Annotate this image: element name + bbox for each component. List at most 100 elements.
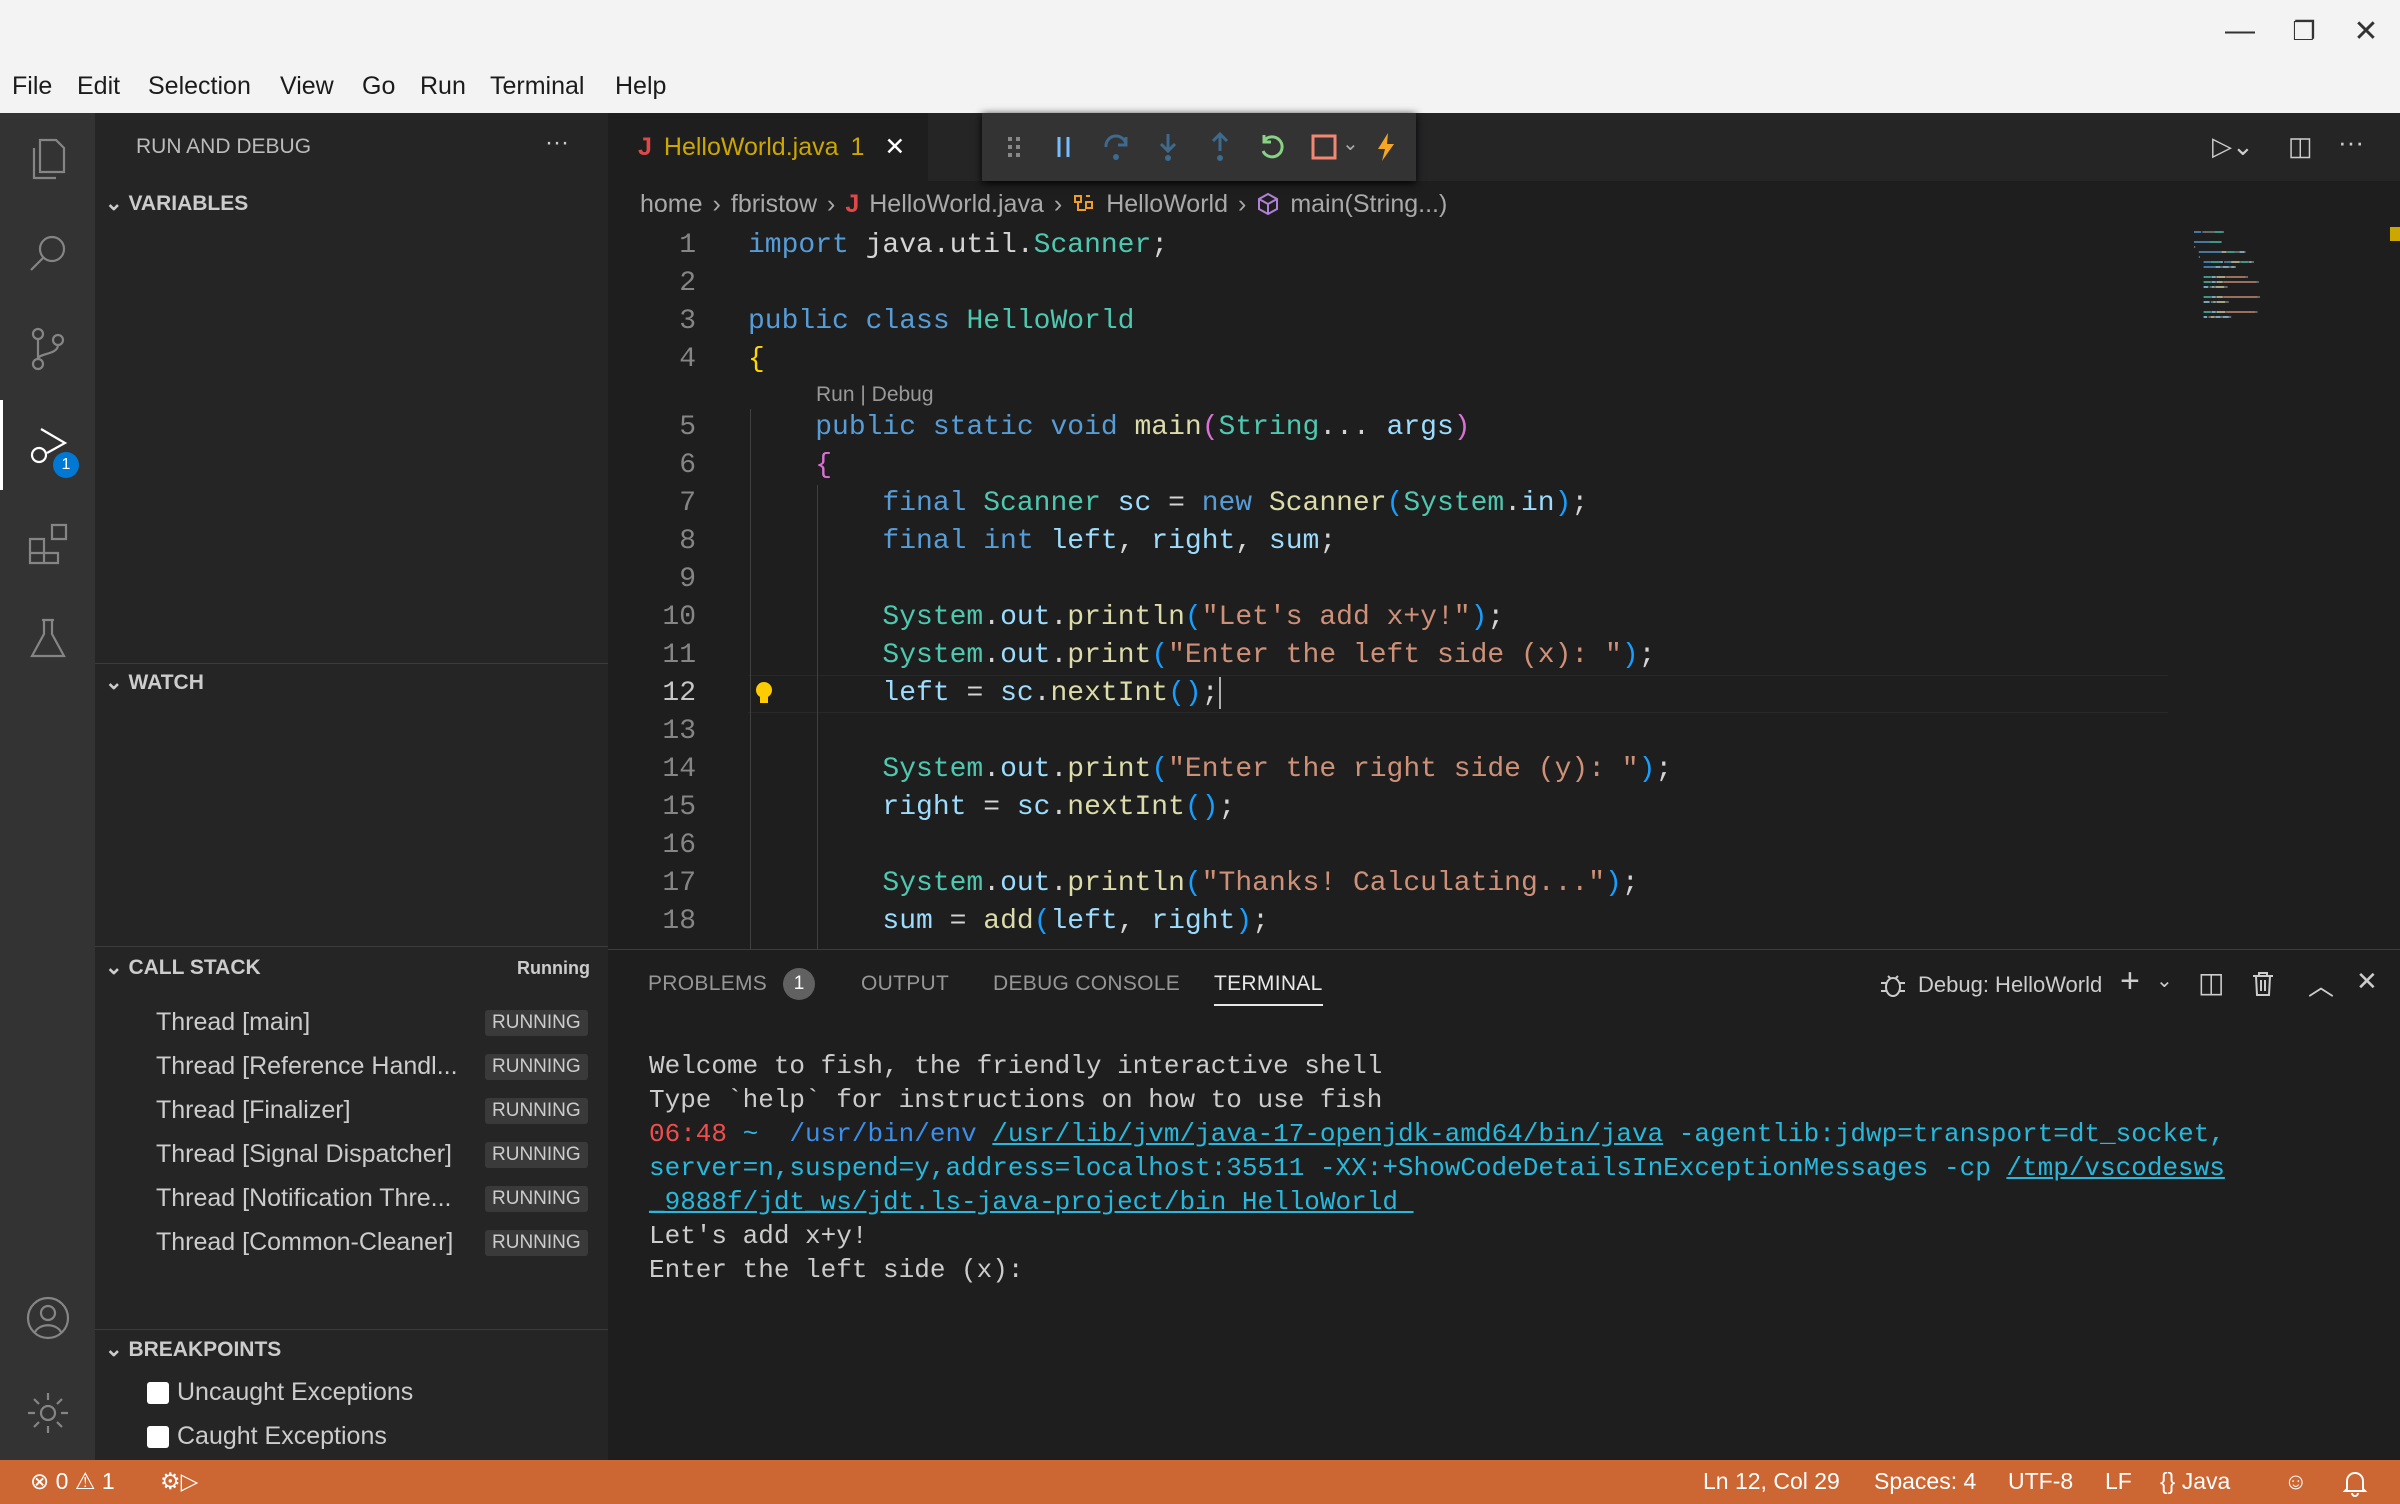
terminal-link[interactable]: _9888f/jdt_ws/jdt.ls-java-project/bin He… (649, 1187, 1414, 1217)
bottom-panel: PROBLEMS 1 OUTPUT DEBUG CONSOLE TERMINAL… (608, 949, 2400, 1460)
restore-button[interactable]: ❐ (2284, 16, 2324, 47)
minimap-token (2228, 266, 2232, 268)
codelens-run-debug[interactable]: Run | Debug (816, 383, 934, 407)
close-tab-icon[interactable]: ✕ (884, 132, 905, 162)
close-window-button[interactable]: ✕ (2346, 14, 2386, 49)
menu-file[interactable]: File (12, 72, 52, 101)
code-token: , (1235, 526, 1269, 557)
step-over-icon[interactable] (1100, 131, 1132, 163)
run-debug-icon[interactable]: 1 (0, 400, 95, 490)
testing-icon[interactable] (0, 593, 95, 683)
terminal-line: server=n,suspend=y,address=localhost:355… (649, 1151, 2369, 1185)
watch-section-header[interactable]: ⌄ WATCH (95, 670, 608, 695)
thread-item[interactable]: Thread [Signal Dispatcher] (156, 1140, 476, 1169)
breadcrumb-separator: › (827, 189, 836, 218)
terminal-line: Type `help` for instructions on how to u… (649, 1083, 2369, 1117)
menu-view[interactable]: View (280, 72, 334, 101)
line-number: 3 (679, 306, 696, 337)
menu-help[interactable]: Help (615, 72, 666, 101)
more-actions-button[interactable]: ··· (545, 129, 569, 157)
breakpoint-uncaught[interactable]: Uncaught Exceptions (147, 1378, 587, 1407)
checkbox[interactable] (147, 1425, 169, 1448)
minimap-token (2194, 246, 2196, 248)
code-token: ; (1487, 602, 1505, 633)
code-token: ( (1168, 678, 1185, 709)
callstack-section-header[interactable]: ⌄ CALL STACK Running (95, 955, 608, 980)
thread-item[interactable]: Thread [Finalizer] (156, 1096, 476, 1125)
language-mode[interactable]: {} Java (2160, 1468, 2230, 1495)
split-editor-icon[interactable]: ◫ (2288, 131, 2313, 162)
extensions-icon[interactable] (0, 498, 95, 588)
code-token: "Enter the right side (y): " (1168, 754, 1639, 785)
code-editor[interactable]: 1 import java.util.Scanner; 2 3 public class… (608, 227, 2188, 949)
indentation[interactable]: Spaces: 4 (1874, 1468, 1976, 1495)
stop-icon[interactable] (1308, 131, 1340, 163)
thread-item[interactable]: Thread [main] (156, 1008, 476, 1037)
minimap-token (2224, 296, 2258, 298)
end-of-line[interactable]: LF (2105, 1468, 2132, 1495)
source-control-icon[interactable] (0, 303, 95, 393)
hot-code-replace-icon[interactable] (1370, 131, 1402, 163)
minimap-token (2203, 281, 2211, 283)
code-token: add (983, 906, 1034, 937)
code-token: , (1117, 906, 1152, 937)
thread-item[interactable]: Thread [Notification Thre... (156, 1184, 476, 1213)
code-token: "Thanks! Calculating..." (1201, 868, 1605, 899)
breadcrumb-item[interactable]: HelloWorld (1106, 190, 1228, 219)
feedback-icon[interactable]: ☺ (2284, 1468, 2307, 1495)
menu-go[interactable]: Go (362, 72, 395, 101)
minimap-token (2203, 286, 2209, 288)
breadcrumb-item[interactable]: main(String...) (1290, 190, 1447, 219)
account-icon[interactable] (0, 1273, 95, 1363)
more-actions-button[interactable]: ··· (2338, 127, 2364, 158)
chevron-down-icon[interactable]: ⌄ (1342, 131, 1359, 156)
code-token: . (983, 868, 1001, 899)
thread-item[interactable]: Thread [Reference Handl... (156, 1052, 476, 1081)
tab-helloworld-java[interactable]: J HelloWorld.java 1 ✕ (608, 113, 928, 181)
menu-terminal[interactable]: Terminal (490, 72, 584, 101)
explorer-icon[interactable] (0, 113, 95, 203)
notifications-bell-icon[interactable] (2342, 1469, 2368, 1497)
terminal-text: /usr/bin/env (789, 1119, 977, 1149)
cursor-position[interactable]: Ln 12, Col 29 (1703, 1468, 1840, 1495)
menu-edit[interactable]: Edit (77, 72, 120, 101)
minimap-token (2210, 316, 2215, 318)
problems-status[interactable]: ⊗ 0 ⚠ 1 (30, 1468, 115, 1495)
terminal-link[interactable]: /usr/lib/jvm/java-17-openjdk-amd64/bin/j… (992, 1119, 1663, 1149)
terminal-link[interactable]: /tmp/vscodesws (2006, 1153, 2224, 1183)
pause-icon[interactable] (1048, 131, 1080, 163)
step-out-icon[interactable] (1204, 131, 1236, 163)
breadcrumb-separator: › (712, 189, 721, 218)
drag-handle-icon[interactable] (998, 131, 1030, 163)
checkbox[interactable] (147, 1381, 169, 1404)
breadcrumb-item[interactable]: HelloWorld.java (869, 190, 1044, 219)
thread-item[interactable]: Thread [Common-Cleaner] (156, 1228, 476, 1257)
breakpoint-caught[interactable]: Caught Exceptions (147, 1422, 587, 1451)
line-number: 9 (679, 564, 696, 595)
variables-section-header[interactable]: ⌄ VARIABLES (95, 191, 608, 216)
debug-status-icon[interactable]: ⚙▷ (160, 1468, 198, 1495)
breadcrumb-item[interactable]: fbristow (731, 190, 817, 219)
code-token: ; (1571, 488, 1589, 519)
breakpoints-section-header[interactable]: ⌄ BREAKPOINTS (95, 1337, 608, 1362)
minimap-token (2251, 261, 2253, 263)
code-token: = (932, 906, 984, 937)
code-token: . (1050, 868, 1068, 899)
search-icon[interactable] (0, 208, 95, 298)
terminal-output[interactable]: Welcome to fish, the friendly interactiv… (649, 950, 2369, 1450)
minimap-token (2203, 276, 2211, 278)
warning-count: 1 (101, 1468, 115, 1494)
menu-run[interactable]: Run (420, 72, 466, 101)
minimize-button[interactable]: — (2220, 14, 2260, 48)
run-button[interactable]: ▷⌄ (2212, 131, 2254, 162)
restart-icon[interactable] (1256, 131, 1288, 163)
code-line: { (748, 447, 2168, 485)
minimap[interactable] (2190, 227, 2380, 367)
settings-gear-icon[interactable] (0, 1368, 95, 1458)
menu-selection[interactable]: Selection (148, 72, 251, 101)
minimap-token (2240, 261, 2248, 263)
encoding[interactable]: UTF-8 (2008, 1468, 2073, 1495)
step-into-icon[interactable] (1152, 131, 1184, 163)
breadcrumb-item[interactable]: home (640, 190, 703, 219)
code-token: ) (1638, 754, 1656, 785)
